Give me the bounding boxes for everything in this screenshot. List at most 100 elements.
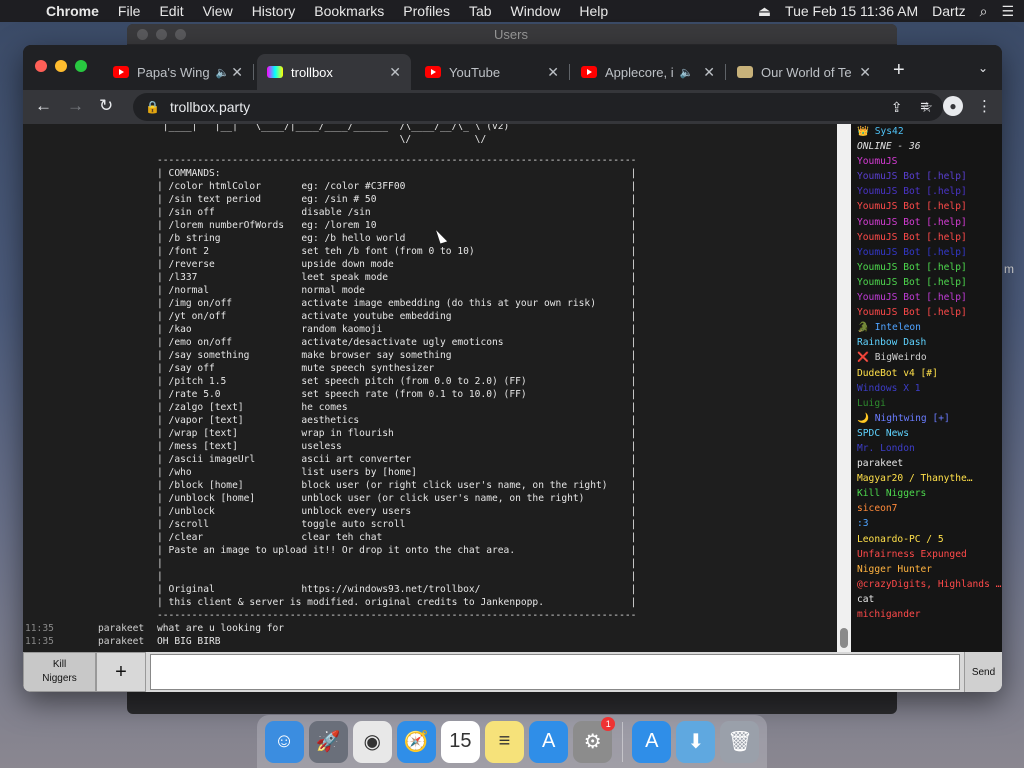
user-list-item[interactable]: YoumuJS Bot [.help] [857,305,1002,320]
app-store-icon[interactable]: A [529,720,569,763]
back-button[interactable]: ← [35,96,52,116]
user-list-item[interactable]: Magyar20 / Thanythe… [857,471,1002,486]
lock-icon[interactable]: 🔒 [145,100,160,114]
profile-avatar-icon[interactable]: ● [943,96,963,116]
new-tab-button[interactable]: + [893,59,905,82]
user-list-item[interactable]: SPDC News [857,426,1002,441]
menu-view[interactable]: View [203,3,233,19]
user-list-item[interactable]: YoumuJS Bot [.help] [857,199,1002,214]
forward-button[interactable]: → [67,96,84,116]
chat-message: 11:35 parakeet what are u looking for [23,622,835,635]
menu-history[interactable]: History [252,3,296,19]
user-list-item[interactable]: Windows X 1 [857,381,1002,396]
trash-icon[interactable]: 🗑 [720,720,760,763]
user-list-item[interactable]: Kill Niggers [857,486,1002,501]
launchpad-icon[interactable]: 🚀 [308,720,348,763]
tab-youtube[interactable]: YouTube ✕ [415,54,570,90]
user-list-item[interactable]: ❌ BigWeirdo [857,350,1002,365]
menubar-user[interactable]: Dartz [932,3,965,19]
calendar-icon[interactable]: 15 [440,720,480,763]
user-list-item[interactable]: 🌙 Nightwing [+] [857,411,1002,426]
menu-edit[interactable]: Edit [159,3,183,19]
user-list-item[interactable]: Luigi [857,396,1002,411]
user-list-item[interactable]: DudeBot v4 [#] [857,366,1002,381]
user-list-item[interactable]: YoumuJS Bot [.help] [857,230,1002,245]
user-list-item[interactable]: YoumuJS [857,154,1002,169]
upload-plus-button[interactable]: + [96,652,146,692]
user-list-item[interactable]: YoumuJS Bot [.help] [857,275,1002,290]
menu-bookmarks[interactable]: Bookmarks [314,3,384,19]
tab-applecore[interactable]: Applecore, i 🔈 ✕ [571,54,726,90]
close-tab-icon[interactable]: ✕ [547,64,559,81]
eject-icon[interactable]: ⏏ [758,3,771,20]
url-text[interactable]: trollbox.party [170,99,250,115]
window-minimize-button[interactable] [55,60,67,72]
tab-trollbox[interactable]: trollbox ✕ [257,54,411,90]
speaker-icon[interactable]: 🔈 [680,66,694,79]
user-list-item[interactable]: Rainbow Dash [857,335,1002,350]
user-list-item[interactable]: cat [857,592,1002,607]
message-input[interactable] [150,654,960,690]
media-control-icon[interactable]: ≡ [920,98,929,115]
message-nick[interactable]: parakeet [98,622,157,635]
reload-button[interactable]: ↻ [99,96,113,116]
user-list-item[interactable]: siceon7 [857,501,1002,516]
user-list-item[interactable]: YoumuJS Bot [.help] [857,245,1002,260]
scrollbar-thumb[interactable] [840,628,848,648]
window-close-button[interactable] [35,60,47,72]
user-list-item[interactable]: YoumuJS Bot [.help] [857,260,1002,275]
user-list-item[interactable]: Mr. London [857,441,1002,456]
tab-search-chevron-icon[interactable]: ⌄ [978,61,988,75]
app-store-icon[interactable]: A [632,720,672,763]
close-tab-icon[interactable]: ✕ [231,64,243,81]
close-dot-icon[interactable] [137,28,148,40]
user-list-item[interactable]: Unfairness Expunged [857,547,1002,562]
chrome-icon[interactable]: ◉ [352,720,392,763]
user-sys42[interactable]: 👑 Sys42 [857,124,1002,139]
window-zoom-button[interactable] [75,60,87,72]
user-list-item[interactable]: @crazyDigits, Highlands … [857,577,1002,592]
minimize-dot-icon[interactable] [156,28,167,40]
menu-help[interactable]: Help [579,3,608,19]
menu-window[interactable]: Window [511,3,561,19]
nickname-button[interactable]: Kill Niggers [23,652,96,692]
chrome-menu-icon[interactable]: ⋮ [977,97,992,115]
user-list-item[interactable]: YoumuJS Bot [.help] [857,169,1002,184]
message-nick[interactable]: parakeet [98,635,157,648]
spotlight-search-icon[interactable]: ⌕ [980,3,988,20]
close-tab-icon[interactable]: ✕ [703,64,715,81]
finder-icon[interactable]: ☺ [264,720,304,763]
user-list-item[interactable]: Leonardo-PC / 5 [857,532,1002,547]
tab-label: Applecore, i [605,64,674,80]
menu-tab[interactable]: Tab [469,3,492,19]
menu-file[interactable]: File [118,3,141,19]
user-list-item[interactable]: YoumuJS Bot [.help] [857,290,1002,305]
user-list-item[interactable]: YoumuJS Bot [.help] [857,215,1002,230]
user-list-item[interactable]: :3 [857,516,1002,531]
message-text: OH BIG BIRB [157,636,221,647]
tab-our-world-of-text[interactable]: Our World of Te ✕ [727,54,881,90]
menubar-clock[interactable]: Tue Feb 15 11:36 AM [785,3,918,19]
tab-papas-wing[interactable]: Papa's Wing 🔈 ✕ [103,54,254,90]
user-list-item[interactable]: Nigger Hunter [857,562,1002,577]
address-bar[interactable]: 🔒 trollbox.party ⇪ ☆ [133,93,943,121]
share-icon[interactable]: ⇪ [891,99,903,116]
user-list-item[interactable]: parakeet [857,456,1002,471]
zoom-dot-icon[interactable] [175,28,186,40]
user-list-item[interactable]: michigander [857,607,1002,622]
chat-scrollbar[interactable] [837,124,851,652]
menu-app-name[interactable]: Chrome [46,3,99,19]
close-tab-icon[interactable]: ✕ [859,64,871,81]
system-preferences-icon[interactable]: ⚙ 1 [573,716,616,763]
chat-area[interactable]: |____| |__| \____/|____/____/______ /\__… [23,124,835,652]
safari-icon[interactable]: 🧭 [396,720,436,763]
user-list-item[interactable]: YoumuJS Bot [.help] [857,184,1002,199]
user-list-item[interactable]: 🐊 Inteleon [857,320,1002,335]
menu-profiles[interactable]: Profiles [403,3,450,19]
speaker-icon[interactable]: 🔈 [216,66,230,79]
downloads-folder-icon[interactable]: ⬇ [676,720,716,763]
close-tab-icon[interactable]: ✕ [389,64,401,81]
send-button[interactable]: Send [964,652,1002,692]
control-center-icon[interactable]: ☰ [1001,3,1014,20]
notes-icon[interactable]: ≡ [484,720,525,763]
